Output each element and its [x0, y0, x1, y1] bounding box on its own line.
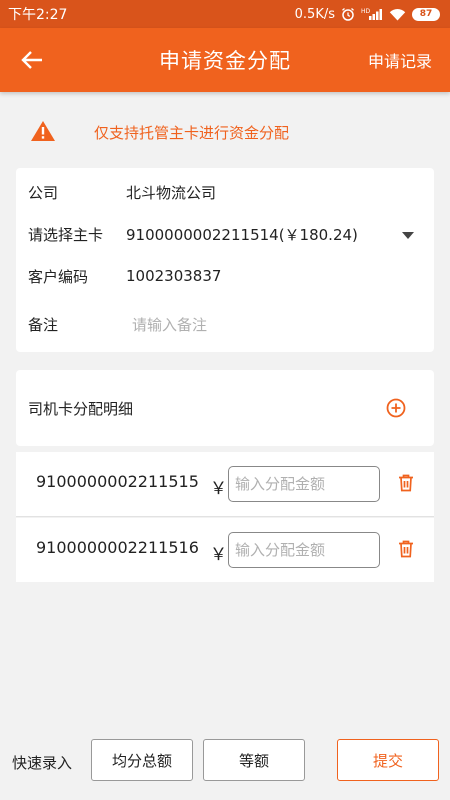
footer-bar: 快速录入 均分总额 等额 提交	[0, 730, 450, 800]
notice-text: 仅支持托管主卡进行资金分配	[94, 124, 290, 142]
wifi-icon	[389, 8, 406, 21]
delete-row-button[interactable]	[398, 540, 416, 560]
split-total-button[interactable]: 均分总额	[91, 739, 193, 781]
warning-icon	[30, 120, 56, 146]
status-indicators: 0.5K/s HD 87	[295, 7, 440, 22]
company-value: 北斗物流公司	[126, 183, 217, 202]
driver-card-number: 9100000002211516	[36, 538, 199, 557]
quick-entry-label: 快速录入	[12, 754, 73, 772]
customer-code-value: 1002303837	[126, 267, 222, 285]
app-bar: 申请资金分配 申请记录	[0, 28, 450, 92]
add-driver-card-button[interactable]	[386, 398, 406, 418]
submit-button[interactable]: 提交	[337, 739, 439, 781]
main-card-select[interactable]: 请选择主卡 9100000002211514(￥180.24)	[28, 222, 422, 246]
company-label: 公司	[28, 183, 59, 202]
plus-circle-icon	[386, 398, 406, 418]
network-speed: 0.5K/s	[294, 6, 335, 22]
remark-input[interactable]: 请输入备注	[126, 314, 207, 335]
currency-symbol: ￥	[210, 479, 227, 499]
driver-card-number: 9100000002211515	[36, 472, 199, 491]
delete-row-button[interactable]	[398, 474, 416, 494]
currency-symbol: ￥	[210, 545, 227, 565]
driver-card-row: 9100000002211516 ￥	[16, 518, 434, 582]
back-button[interactable]	[18, 46, 46, 74]
main-card-value: 9100000002211514(￥180.24)	[126, 225, 358, 244]
signal-hd-label: HD	[361, 8, 371, 15]
driver-card-detail-header: 司机卡分配明细	[16, 370, 434, 446]
remark-row: 备注 请输入备注	[28, 312, 422, 336]
amount-input[interactable]	[228, 532, 380, 568]
status-time: 下午2:27	[8, 7, 68, 23]
dropdown-arrow-icon[interactable]	[402, 226, 414, 244]
trash-icon	[399, 474, 413, 492]
allocation-form-card: 公司 北斗物流公司 请选择主卡 9100000002211514(￥180.24…	[16, 168, 434, 352]
company-row: 公司 北斗物流公司	[28, 180, 422, 204]
driver-card-row: 9100000002211515 ￥	[16, 452, 434, 516]
notice-banner: 仅支持托管主卡进行资金分配	[0, 112, 450, 152]
apply-records-link[interactable]: 申请记录	[368, 48, 432, 72]
remark-label: 备注	[28, 315, 59, 334]
trash-icon	[399, 540, 413, 558]
signal-icon: HD	[361, 7, 383, 21]
status-bar: 下午2:27 0.5K/s HD 87	[0, 0, 450, 28]
battery-icon: 87	[412, 7, 440, 21]
customer-code-label: 客户编码	[28, 267, 89, 286]
driver-card-detail-title: 司机卡分配明细	[28, 400, 134, 418]
arrow-left-icon	[21, 51, 42, 69]
row-divider	[16, 516, 434, 517]
alarm-icon	[341, 7, 355, 21]
main-card-label: 请选择主卡	[28, 225, 104, 244]
equal-amount-button[interactable]: 等额	[203, 739, 305, 781]
customer-code-row: 客户编码 1002303837	[28, 264, 422, 288]
amount-input[interactable]	[228, 466, 380, 502]
